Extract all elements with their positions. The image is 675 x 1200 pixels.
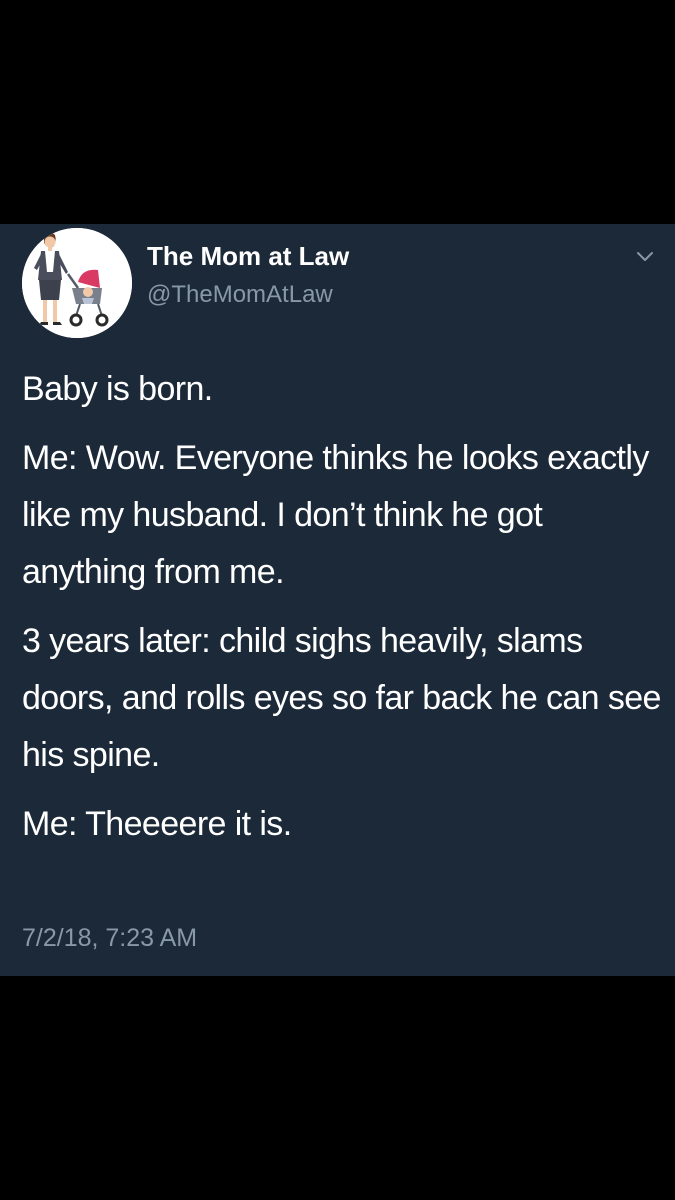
chevron-down-icon[interactable]: [632, 248, 658, 266]
tweet-paragraph: Baby is born.: [22, 370, 213, 408]
tweet-paragraph: Me: Wow. Everyone thinks he looks exactl…: [22, 439, 649, 591]
tweet-paragraph: Me: Theeeere it is.: [22, 805, 292, 843]
mom-with-stroller-illustration: [22, 228, 132, 338]
tweet-text: Baby is born. Me: Wow. Everyone thinks h…: [22, 361, 662, 865]
tweet-timestamp[interactable]: 7/2/18, 7:23 AM: [22, 924, 197, 953]
display-name[interactable]: The Mom at Law: [147, 241, 349, 272]
user-handle[interactable]: @TheMomAtLaw: [147, 281, 333, 309]
tweet-card: The Mom at Law @TheMomAtLaw Baby is born…: [0, 224, 675, 976]
avatar[interactable]: [22, 228, 132, 338]
tweet-paragraph: 3 years later: child sighs heavily, slam…: [22, 622, 661, 774]
